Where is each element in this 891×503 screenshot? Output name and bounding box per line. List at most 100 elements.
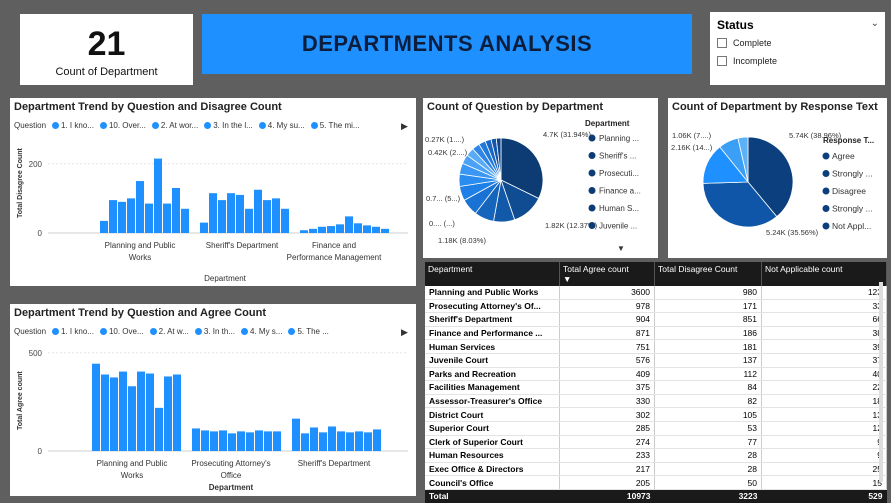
legend-item: Finance a... [599, 187, 641, 196]
total-value: 529 [761, 489, 887, 503]
legend-dot-icon [588, 204, 596, 212]
table-row[interactable]: Clerk of Superior Court274779 [425, 435, 887, 450]
table-row[interactable]: Sheriff's Department 904 851 66 [425, 312, 887, 327]
bar [327, 226, 335, 233]
value-cell: 181 [654, 339, 762, 354]
disagree-bar-chart: 200 0 Total Disagree Count Planning and Pub… [17, 147, 408, 283]
value-cell: 274 [559, 435, 655, 450]
column-header[interactable]: Not Applicable count [761, 262, 887, 286]
table-row[interactable]: Superior Court 285 53 12 [425, 421, 887, 436]
legend-item: Strongly ... [832, 204, 873, 214]
value-cell: 37 [761, 353, 887, 368]
bar [172, 188, 180, 233]
value-cell: 9 [761, 448, 887, 463]
status-option-incomplete[interactable]: Incomplete [717, 56, 777, 66]
bar [173, 374, 181, 451]
table-row[interactable]: Prosecuting Attorney's Of... 978 171 33 [425, 299, 887, 314]
total-value: 10973 [559, 489, 655, 503]
table-row[interactable]: Assessor-Treasurer's Office 330 82 18 [425, 394, 887, 409]
checkbox-icon[interactable] [717, 56, 727, 66]
legend-dot-icon [588, 134, 596, 142]
status-slicer[interactable]: Status ⌄ Complete Incomplete [710, 12, 885, 85]
kpi-label: Count of Department [55, 66, 158, 78]
legend-scroll-down-icon: ▼ [617, 244, 625, 253]
table-row[interactable]: District Court 302 105 13 [425, 407, 887, 422]
x-tick-label: Finance and Performance Management [287, 241, 382, 262]
bar [372, 226, 380, 233]
kpi-value: 21 [87, 25, 126, 63]
data-label: 0.27K (1....) [425, 135, 465, 144]
bar [337, 431, 345, 451]
table-row[interactable]: Parks and Recreation 409 112 40 [425, 367, 887, 382]
table-row[interactable]: Exec Office & Directors 217 28 25 [425, 462, 887, 477]
status-option-label: Complete [733, 38, 772, 48]
bar [272, 198, 280, 233]
value-cell: 302 [559, 407, 655, 422]
legend-dot-icon [588, 152, 596, 159]
value-cell: 205 [559, 475, 655, 490]
table-scrollbar[interactable] [879, 282, 883, 482]
value-cell: 137 [654, 353, 762, 368]
bar [209, 193, 217, 233]
department-table: Department Total Agree count ▼ Total Disa… [425, 262, 887, 503]
legend-item: Planning ... [599, 134, 639, 143]
value-cell: 171 [654, 299, 762, 314]
bar [155, 407, 163, 451]
y-tick-label: 0 [38, 229, 43, 238]
x-tick-label: Planning and Public Works [105, 241, 176, 262]
kpi-card: 21 Count of Department [20, 14, 193, 85]
bar [328, 426, 336, 451]
legend-dot-icon [822, 205, 830, 212]
column-header[interactable]: Total Agree count ▼ [559, 262, 655, 286]
legend-dot-icon [822, 187, 830, 195]
table-row[interactable]: Human Services 751 181 39 [425, 339, 887, 354]
bar [310, 427, 318, 451]
table-row[interactable]: Planning and Public Works 3600 980 123 [425, 286, 887, 300]
column-header[interactable]: Department [425, 262, 560, 286]
status-option-complete[interactable]: Complete [717, 38, 772, 48]
data-label: 2.16K (14...) [671, 143, 713, 152]
data-label: 4.7K (31.94%) [543, 130, 591, 139]
value-cell: 375 [559, 380, 655, 395]
table-row[interactable]: Juvenile Court 576 137 37 [425, 353, 887, 368]
data-label: 1.18K (8.03%) [438, 236, 486, 245]
bar [345, 216, 353, 233]
disagree-chart-panel: Department Trend by Question and Disagre… [10, 98, 416, 286]
agree-bar-chart: 500 0 Total Agree count Planning and Public… [17, 349, 408, 492]
checkbox-icon[interactable] [717, 38, 727, 48]
table-row[interactable]: Council's Office 205 50 15 [425, 475, 887, 490]
bar [354, 223, 362, 233]
data-label: 0.... (...) [429, 219, 455, 228]
bar [219, 430, 227, 451]
value-cell: 123 [761, 286, 887, 300]
bar [255, 430, 263, 451]
value-cell: 871 [559, 326, 655, 341]
legend-dot-icon [822, 222, 830, 230]
bar [237, 431, 245, 451]
bar [218, 200, 226, 233]
legend-dot-icon [588, 169, 596, 177]
bar [236, 194, 244, 233]
bar [319, 432, 327, 451]
column-header[interactable]: Total Disagree Count [654, 262, 762, 286]
bar [101, 374, 109, 451]
bar [136, 181, 144, 233]
sort-desc-icon[interactable]: ▼ [563, 274, 571, 284]
chevron-down-icon[interactable]: ⌄ [871, 18, 879, 29]
legend-item: Not Appl... [832, 221, 871, 231]
department-cell: District Court [425, 407, 560, 422]
legend-item: Prosecuti... [599, 169, 639, 178]
data-label: 0.42K (2....) [428, 148, 468, 157]
agree-chart-panel: Department Trend by Question and Agree C… [10, 304, 416, 496]
table-row[interactable]: Facilities Management 375 84 22 [425, 380, 887, 395]
value-cell: 751 [559, 339, 655, 354]
total-value: 3223 [654, 489, 762, 503]
bar [309, 228, 317, 233]
bar [100, 220, 108, 233]
value-cell: 330 [559, 394, 655, 409]
department-cell: Assessor-Treasurer's Office [425, 394, 560, 409]
table-row[interactable]: Human Resources233289 [425, 448, 887, 463]
table-row[interactable]: Finance and Performance ... 871 186 38 [425, 326, 887, 341]
value-cell: 82 [654, 394, 762, 409]
bar [363, 225, 371, 233]
